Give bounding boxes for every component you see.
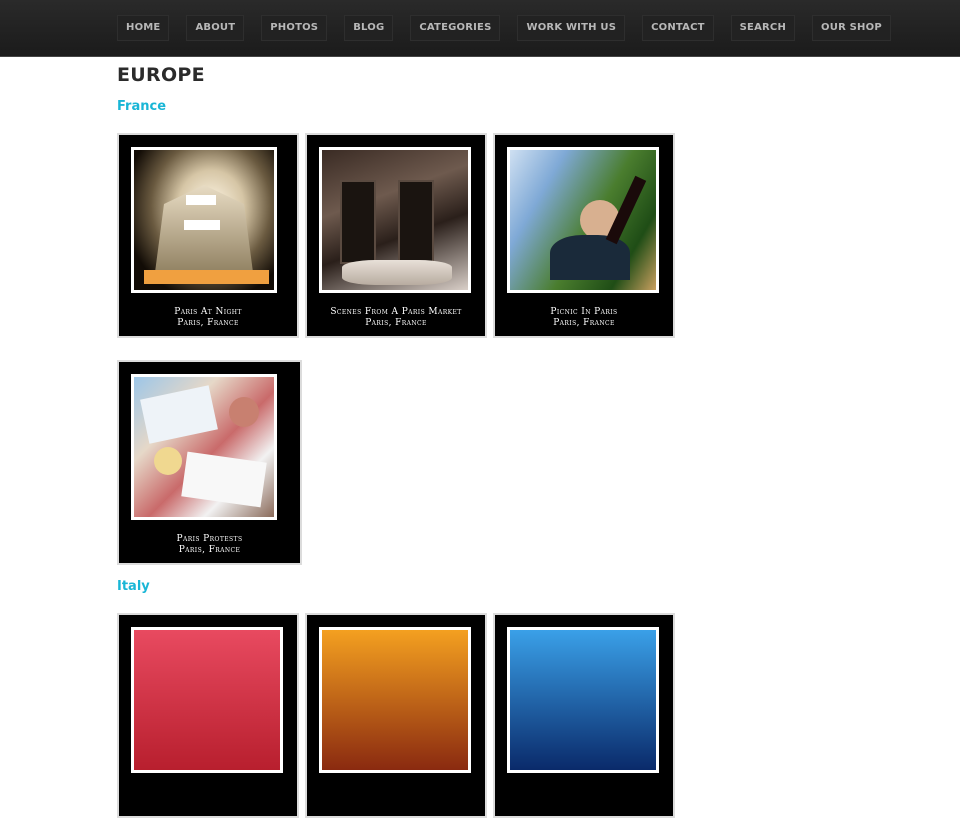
nav-contact[interactable]: CONTACT bbox=[642, 15, 714, 41]
photo-location: Paris, France bbox=[553, 318, 615, 328]
page-title: EUROPE bbox=[117, 64, 205, 86]
nav-photos[interactable]: PHOTOS bbox=[261, 15, 328, 41]
photo-card-paris-market[interactable]: Scenes From A Paris Market Paris, France bbox=[305, 133, 487, 338]
photo-caption: Picnic In Paris Paris, France bbox=[495, 307, 673, 329]
photo-title: Scenes From A Paris Market bbox=[330, 307, 462, 317]
photo-title: Paris At Night bbox=[174, 307, 242, 317]
photo-grid-france: Paris At Night Paris, France Scenes From… bbox=[117, 133, 687, 565]
photo-caption: Paris At Night Paris, France bbox=[119, 307, 297, 329]
photo-card-picnic-in-paris[interactable]: Picnic In Paris Paris, France bbox=[493, 133, 675, 338]
nav-work-with-us[interactable]: WORK WITH US bbox=[517, 15, 626, 41]
nav-our-shop[interactable]: OUR SHOP bbox=[812, 15, 891, 41]
photo-thumbnail bbox=[319, 627, 471, 773]
photo-title: Paris Protests bbox=[176, 534, 243, 544]
photo-card-paris-protests[interactable]: Paris Protests Paris, France bbox=[117, 360, 302, 565]
nav-about[interactable]: ABOUT bbox=[186, 15, 245, 41]
photo-location: Paris, France bbox=[178, 545, 241, 555]
photo-caption: Scenes From A Paris Market Paris, France bbox=[307, 307, 485, 329]
nav-home[interactable]: HOME bbox=[117, 15, 170, 41]
photo-title: Picnic In Paris bbox=[550, 307, 618, 317]
section-title-france[interactable]: France bbox=[117, 97, 917, 117]
main-nav: HOME ABOUT PHOTOS BLOG CATEGORIES WORK W… bbox=[117, 15, 891, 41]
photo-card-italy-1[interactable] bbox=[117, 613, 299, 818]
photo-card-italy-2[interactable] bbox=[305, 613, 487, 818]
photo-thumbnail bbox=[131, 627, 283, 773]
main-content: EUROPE France Paris At Night Paris, Fran… bbox=[117, 60, 917, 818]
photo-thumbnail bbox=[507, 147, 659, 293]
photo-location: Paris, France bbox=[365, 318, 427, 328]
nav-categories[interactable]: CATEGORIES bbox=[410, 15, 501, 41]
section-title-italy[interactable]: Italy bbox=[117, 577, 917, 597]
photo-caption: Paris Protests Paris, France bbox=[119, 534, 300, 556]
top-navigation-bar: HOME ABOUT PHOTOS BLOG CATEGORIES WORK W… bbox=[0, 0, 960, 57]
photo-card-paris-at-night[interactable]: Paris At Night Paris, France bbox=[117, 133, 299, 338]
photo-location: Paris, France bbox=[177, 318, 239, 328]
photo-card-italy-3[interactable] bbox=[493, 613, 675, 818]
nav-search[interactable]: SEARCH bbox=[730, 15, 796, 41]
photo-thumbnail bbox=[131, 147, 277, 293]
photo-grid-italy bbox=[117, 613, 687, 818]
nav-blog[interactable]: BLOG bbox=[344, 15, 394, 41]
photo-thumbnail bbox=[507, 627, 659, 773]
photo-thumbnail bbox=[131, 374, 277, 520]
photo-thumbnail bbox=[319, 147, 471, 293]
